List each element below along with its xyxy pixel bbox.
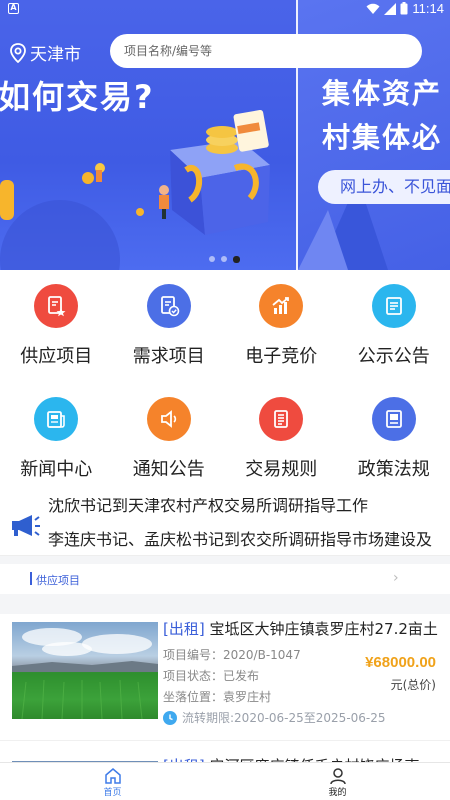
category-grid: 供应项目 需求项目 电子竞价 公示公告 新闻中心 通知公告 交易规则 政策法规: [0, 270, 450, 498]
listing-status-label: 项目状态：: [163, 669, 224, 683]
listing-period-text: 流转期限:2020-06-25至2025-06-25: [182, 711, 386, 725]
megaphone-icon: [12, 515, 40, 536]
doc-check-icon: [146, 284, 191, 328]
rules-icon: [259, 397, 304, 441]
policy-book-icon: [371, 397, 416, 441]
signal-icon: [384, 2, 397, 15]
battery-icon: [400, 2, 408, 15]
news-ticker[interactable]: 沈欣书记到天津农村产权交易所调研指导工作 李连庆书记、孟庆松书记到农交所调研指导…: [0, 498, 450, 556]
listing-location: 袁罗庄村: [223, 690, 272, 704]
category-policy-regulations[interactable]: 政策法规: [338, 383, 450, 496]
chevron-right-icon[interactable]: ›: [393, 570, 399, 586]
banner-next-headline-1: 集体资产: [322, 77, 443, 110]
category-label: 公示公告: [357, 346, 430, 367]
section-gap: [0, 594, 450, 614]
listing-location-label: 坐落位置：: [163, 690, 224, 704]
category-news-center[interactable]: 新闻中心: [0, 383, 113, 496]
category-label: 新闻中心: [20, 459, 93, 480]
location-pin-icon: [10, 42, 26, 63]
listing-price: ¥68000.00: [365, 654, 436, 671]
notification-a-icon: A: [8, 3, 19, 14]
section-title: 供应项目: [36, 574, 80, 587]
banner-next-headline-2: 村集体必: [322, 121, 443, 154]
bottom-nav: 首页 我的: [0, 762, 450, 800]
category-label: 交易规则: [245, 459, 318, 480]
category-public-notices[interactable]: 公示公告: [338, 270, 450, 383]
clock-icon: [163, 710, 177, 725]
category-label: 政策法规: [357, 459, 430, 480]
speaker-icon: [146, 397, 191, 441]
banner-dot-active[interactable]: [233, 256, 240, 263]
category-trading-rules[interactable]: 交易规则: [225, 383, 338, 496]
nav-profile[interactable]: 我的: [225, 763, 450, 800]
listing-period: 流转期限:2020-06-25至2025-06-25: [163, 709, 386, 726]
supply-section-header[interactable]: 供应项目 ›: [0, 564, 450, 594]
category-label: 电子竞价: [245, 346, 318, 367]
category-demand-projects[interactable]: 需求项目: [113, 270, 226, 383]
nav-home-label: 首页: [103, 788, 122, 798]
listing-number: 2020/B-1047: [223, 648, 301, 662]
search-bar[interactable]: [110, 34, 422, 68]
search-input[interactable]: [110, 34, 422, 68]
home-icon: [104, 768, 121, 784]
category-label: 通知公告: [132, 459, 205, 480]
category-notifications[interactable]: 通知公告: [113, 383, 226, 496]
user-icon: [329, 768, 346, 785]
status-bar: A 11:14: [0, 0, 450, 18]
banner-next-pill: 网上办、不见面: [318, 170, 450, 204]
banner-dot[interactable]: [209, 256, 215, 262]
listing-status-row: 项目状态：已发布: [163, 667, 259, 684]
banner-headline: 如何交易?: [0, 78, 155, 116]
chart-up-icon: [259, 284, 304, 328]
nav-profile-label: 我的: [328, 788, 347, 798]
category-e-bidding[interactable]: 电子竞价: [225, 270, 338, 383]
doc-star-icon: [34, 284, 79, 328]
status-time: 11:14: [412, 1, 444, 16]
location-label: 天津市: [30, 45, 81, 65]
listing-number-row: 项目编号：2020/B-1047: [163, 646, 301, 663]
doc-list-icon: [371, 284, 416, 328]
section-gap: [0, 556, 450, 564]
listing-type-tag: [出租]: [163, 620, 205, 638]
listing-title-text: 宝坻区大钟庄镇袁罗庄村27.2亩土: [209, 620, 438, 638]
nav-home[interactable]: 首页: [0, 763, 225, 800]
category-label: 供应项目: [20, 346, 93, 367]
ticker-headline-1[interactable]: 沈欣书记到天津农村产权交易所调研指导工作: [48, 498, 368, 516]
category-label: 需求项目: [132, 346, 205, 367]
listing-number-label: 项目编号：: [163, 648, 224, 662]
app-screen: 如何交易? 集体资产 村集体必 网上办、不见面 A 11:14 天津市 项目名称…: [0, 0, 450, 800]
section-accent-bar: [30, 572, 32, 585]
banner-dot[interactable]: [221, 256, 227, 262]
wifi-icon: [366, 3, 380, 14]
listing-price-unit: 元(总价): [390, 678, 436, 692]
listing-location-row: 坐落位置：袁罗庄村: [163, 688, 271, 705]
location-selector[interactable]: 天津市: [10, 40, 81, 65]
banner-pagination: [209, 256, 240, 263]
listing-status: 已发布: [223, 669, 260, 683]
listing-thumbnail: [12, 622, 158, 719]
news-icon: [34, 397, 79, 441]
ticker-headline-2[interactable]: 李连庆书记、孟庆松书记到农交所调研指导市场建设及: [48, 526, 432, 550]
listing-title[interactable]: [出租] 宝坻区大钟庄镇袁罗庄村27.2亩土: [163, 618, 438, 639]
listing-card[interactable]: [出租] 宝坻区大钟庄镇袁罗庄村27.2亩土 项目编号：2020/B-1047 …: [0, 614, 450, 740]
category-supply-projects[interactable]: 供应项目: [0, 270, 113, 383]
